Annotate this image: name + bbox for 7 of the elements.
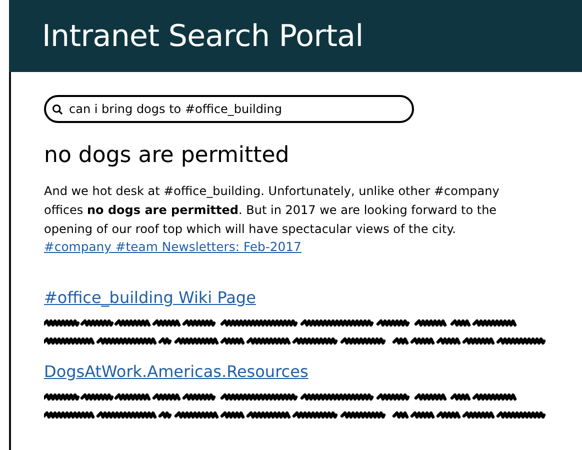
answer-heading: no dogs are permitted — [44, 143, 290, 168]
search-field[interactable]: can i bring dogs to #office_building — [44, 95, 414, 123]
result-link[interactable]: DogsAtWork.Americas.Resources — [44, 361, 308, 383]
source-link[interactable]: #company #team Newsletters: Feb-2017 — [44, 239, 302, 255]
portal-title: Intranet Search Portal — [42, 18, 364, 54]
result-link[interactable]: #office_building Wiki Page — [44, 287, 256, 309]
answer-text: And we hot desk at #office_building. Unfortunately, unlike other #company offices no dogs are permitted. But in 2017 we are looking forward to the opening of our roof top which will have spectacular views of the city. — [44, 183, 500, 238]
